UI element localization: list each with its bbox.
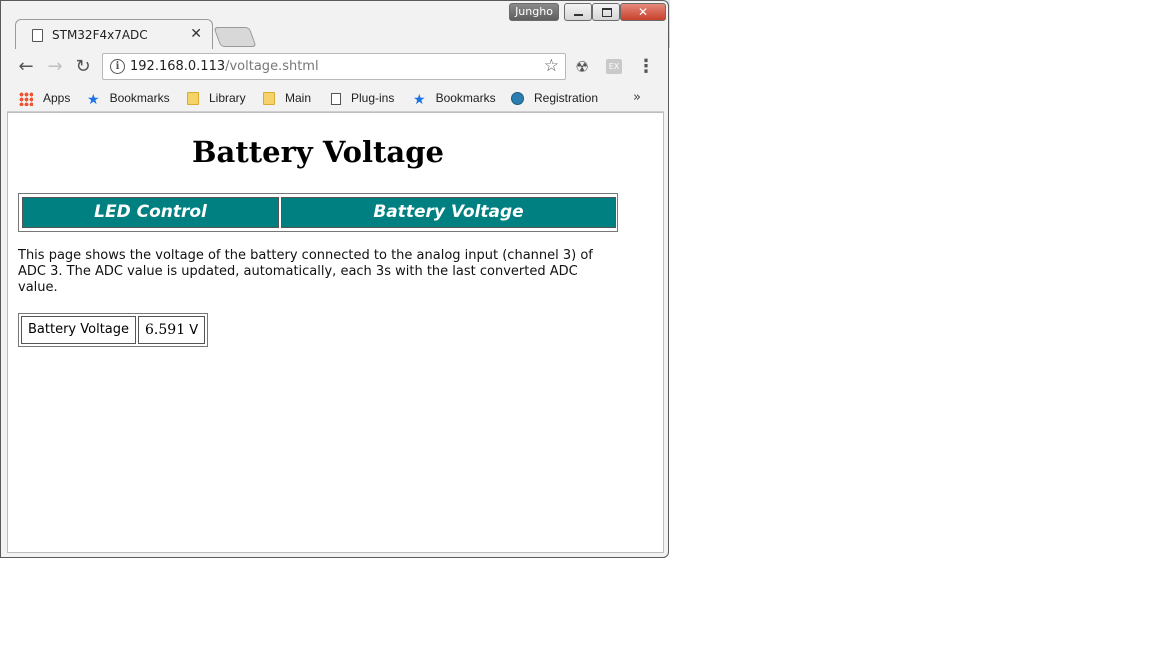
reload-icon[interactable]: ↻: [70, 55, 96, 79]
tab-active[interactable]: STM32F4x7ADC ✕: [15, 19, 213, 50]
page-icon: [331, 92, 341, 105]
minimize-button[interactable]: [564, 3, 592, 21]
bookmark-label: Bookmarks: [109, 91, 170, 105]
bookmark-label: Registration: [534, 91, 599, 105]
voltage-value-cell: 6.591 V: [138, 316, 206, 344]
bookmark-label: Bookmarks: [435, 91, 496, 105]
tab-title: STM32F4x7ADC: [52, 28, 148, 42]
extension-radiation-icon[interactable]: ☢: [573, 58, 591, 76]
back-arrow-icon[interactable]: ←: [13, 55, 39, 79]
bookmark-registration[interactable]: Registration: [511, 90, 598, 106]
bookmark-bookmarks-2[interactable]: ★ Bookmarks: [413, 90, 496, 106]
bookmark-label: Apps: [43, 91, 71, 105]
voltage-unit: V: [189, 323, 199, 338]
nav-led-control[interactable]: LED Control: [22, 197, 279, 228]
menu-icon[interactable]: ⋮: [637, 55, 655, 79]
voltage-value: 6.591: [145, 322, 186, 338]
bookmark-library[interactable]: Library: [187, 90, 246, 106]
bookmark-label: Plug-ins: [351, 91, 395, 105]
bookmark-apps[interactable]: Apps: [19, 90, 70, 106]
info-icon[interactable]: i: [110, 59, 125, 74]
bookmark-bookmarks[interactable]: ★ Bookmarks: [87, 90, 170, 106]
nav-table: LED Control Battery Voltage: [18, 193, 618, 232]
page-title: Battery Voltage: [192, 135, 444, 169]
url-text: 192.168.0.113/voltage.shtml: [130, 59, 319, 74]
browser-window: STM32F4x7ADC ✕ Jungho ✕ ← → ↻ i 192.168.…: [0, 0, 669, 558]
star-icon: ★: [87, 90, 100, 107]
more-bookmarks-icon[interactable]: »: [633, 90, 641, 105]
folder-icon: [187, 92, 199, 106]
close-tab-icon[interactable]: ✕: [190, 26, 202, 42]
toolbar: ← → ↻ i 192.168.0.113/voltage.shtml ☆ ☢ …: [7, 49, 664, 85]
page-content: Battery Voltage LED Control Battery Volt…: [7, 112, 664, 553]
registration-icon: [511, 92, 524, 106]
extension-ex-icon[interactable]: EX: [606, 59, 622, 74]
bookmark-star-icon[interactable]: ☆: [544, 56, 559, 76]
forward-arrow-icon[interactable]: →: [42, 55, 68, 79]
bookmark-main[interactable]: Main: [263, 90, 311, 106]
bookmark-label: Library: [209, 91, 246, 105]
bookmark-label: Main: [285, 91, 312, 105]
address-bar[interactable]: i 192.168.0.113/voltage.shtml ☆: [102, 53, 566, 80]
bookmarks-bar: Apps ★ Bookmarks Library Main Plug-ins ★ B…: [7, 85, 664, 112]
url-path: /voltage.shtml: [225, 59, 319, 74]
maximize-button[interactable]: [592, 3, 620, 21]
apps-icon: [19, 91, 33, 106]
bookmark-plugins[interactable]: Plug-ins: [331, 90, 394, 106]
new-tab-button[interactable]: [213, 27, 257, 47]
voltage-table: Battery Voltage 6.591 V: [18, 313, 209, 347]
url-host: 192.168.0.113: [130, 59, 226, 74]
user-profile-button[interactable]: Jungho: [509, 3, 559, 21]
tab-strip: STM32F4x7ADC ✕ Jungho ✕: [1, 1, 668, 50]
nav-battery-voltage[interactable]: Battery Voltage: [281, 197, 616, 228]
description-text: This page shows the voltage of the batte…: [18, 248, 593, 295]
star-icon: ★: [413, 90, 426, 107]
close-window-button[interactable]: ✕: [620, 3, 666, 21]
page-icon: [32, 29, 43, 42]
voltage-label: Battery Voltage: [21, 316, 137, 344]
folder-icon: [263, 92, 275, 106]
